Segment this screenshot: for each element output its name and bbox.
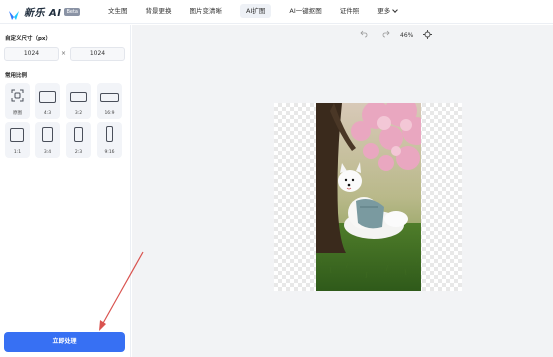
annotation-arrow bbox=[99, 251, 144, 331]
